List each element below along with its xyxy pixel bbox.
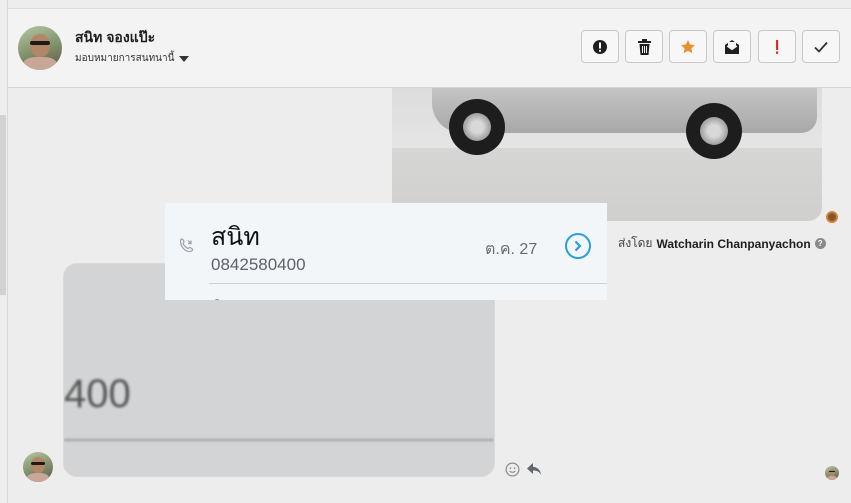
exclamation-icon xyxy=(776,39,779,54)
smiley-icon[interactable] xyxy=(505,462,520,477)
alert-circle-icon xyxy=(593,39,607,54)
sent-by-prefix: ส่งโดย xyxy=(618,236,653,250)
reply-icon[interactable] xyxy=(526,462,542,477)
assign-label: มอบหมายการสนทนานี้ xyxy=(75,53,175,64)
car-wheel xyxy=(686,103,742,159)
blurred-number: 400 xyxy=(64,372,131,416)
seen-indicator xyxy=(826,211,838,223)
help-icon[interactable]: ? xyxy=(814,238,826,249)
assign-conversation[interactable]: มอบหมายการสนทนานี้ xyxy=(75,51,190,66)
sent-by: ส่งโดย Watcharin Chanpanyachon ? xyxy=(618,234,826,253)
message-actions xyxy=(505,462,542,477)
trash-icon xyxy=(637,38,651,55)
seen-avatar xyxy=(825,466,839,480)
alert-button[interactable] xyxy=(581,30,619,63)
contact-avatar[interactable] xyxy=(18,26,62,70)
divider xyxy=(209,283,607,284)
conversation-actions xyxy=(581,30,840,63)
conversation-header: สนิท จองแป๊ะ มอบหมายการสนทนานี้ xyxy=(8,8,851,88)
contact-name[interactable]: สนิท จองแป๊ะ xyxy=(75,27,155,49)
envelope-icon xyxy=(725,39,739,54)
caret-down-icon xyxy=(179,55,190,62)
spam-button[interactable] xyxy=(758,30,796,63)
car-wheel xyxy=(449,99,505,155)
call-log-popup: สนิท 0842580400 ต.ค. 27 ร xyxy=(165,203,607,300)
sender-name[interactable]: Watcharin Chanpanyachon xyxy=(656,237,810,251)
call-contact-name: สนิท xyxy=(211,223,260,251)
phone-icon xyxy=(179,238,194,253)
star-button[interactable] xyxy=(669,30,707,63)
scrollbar[interactable] xyxy=(0,115,6,295)
call-phone-number: 0842580400 xyxy=(211,255,306,274)
check-icon xyxy=(814,41,828,53)
next-entry-initial: ร xyxy=(211,287,223,300)
done-button[interactable] xyxy=(802,30,840,63)
mark-unread-button[interactable] xyxy=(713,30,751,63)
delete-button[interactable] xyxy=(625,30,663,63)
call-date: ต.ค. 27 xyxy=(485,241,538,258)
car-photo[interactable] xyxy=(392,88,822,221)
chevron-right-icon[interactable] xyxy=(565,233,591,259)
contact-avatar-small[interactable] xyxy=(23,452,53,482)
star-icon xyxy=(681,39,695,53)
